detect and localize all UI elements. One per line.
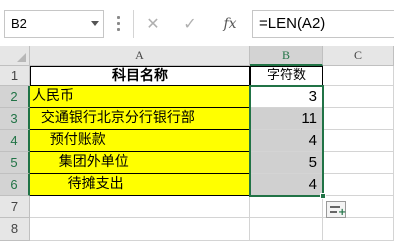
enter-icon[interactable]: ✓ [180, 13, 200, 35]
cell-b5[interactable]: 5 [250, 152, 323, 174]
worksheet-grid: A B C 1 2 3 4 5 6 7 8 科目名称 字符数 人民币 交通银行北… [0, 46, 394, 241]
plus-icon: + [338, 207, 347, 218]
column-header-c[interactable]: C [323, 46, 394, 66]
cell-b1[interactable]: 字符数 [250, 66, 323, 86]
name-box[interactable]: B2 [4, 10, 104, 38]
cell-c1[interactable] [323, 66, 394, 86]
cell-c3[interactable] [323, 108, 394, 130]
cell-b8[interactable] [250, 218, 323, 241]
row-header-2[interactable]: 2 [0, 86, 30, 108]
select-all-icon [17, 53, 26, 62]
cell-b6[interactable]: 4 [250, 174, 323, 196]
select-all-corner[interactable] [0, 46, 30, 66]
row-header-3[interactable]: 3 [0, 108, 30, 130]
column-header-b[interactable]: B [250, 46, 323, 66]
column-header-a[interactable]: A [30, 46, 250, 66]
row-header-5[interactable]: 5 [0, 152, 30, 174]
quick-analysis-icon[interactable]: + [326, 201, 346, 218]
cell-a1[interactable]: 科目名称 [30, 66, 250, 86]
formula-input[interactable]: =LEN(A2) [252, 10, 394, 38]
cell-a6[interactable]: 待摊支出 [30, 174, 250, 196]
row-header-4[interactable]: 4 [0, 130, 30, 152]
cell-a7[interactable] [30, 196, 250, 218]
insert-function-icon[interactable]: fx [218, 13, 242, 35]
cell-a2[interactable]: 人民币 [30, 86, 250, 108]
cell-a8[interactable] [30, 218, 250, 241]
cell-c6[interactable] [323, 174, 394, 196]
list-line [330, 211, 337, 213]
cell-c2[interactable] [323, 86, 394, 108]
cancel-icon[interactable]: ✕ [143, 13, 163, 35]
cell-a5[interactable]: 集团外单位 [30, 152, 250, 174]
row-header-8[interactable]: 8 [0, 218, 30, 241]
row-header-7[interactable]: 7 [0, 196, 30, 218]
row-header-1[interactable]: 1 [0, 66, 30, 86]
cell-c8[interactable] [323, 218, 394, 241]
fill-handle[interactable] [320, 193, 326, 199]
cell-b3[interactable]: 11 [250, 108, 323, 130]
more-options-icon[interactable] [117, 16, 120, 32]
cell-a3[interactable]: 交通银行北京分行银行部 [30, 108, 250, 130]
row-header-6[interactable]: 6 [0, 174, 30, 196]
cell-a4[interactable]: 预付账款 [30, 130, 250, 152]
cell-b7[interactable] [250, 196, 323, 218]
cell-b4[interactable]: 4 [250, 130, 323, 152]
cell-c5[interactable] [323, 152, 394, 174]
cell-c4[interactable] [323, 130, 394, 152]
divider [133, 10, 134, 38]
formula-bar: B2 ✕ ✓ fx =LEN(A2) [0, 0, 394, 46]
cell-b2[interactable]: 3 [250, 86, 323, 108]
chevron-down-icon[interactable] [91, 21, 99, 26]
